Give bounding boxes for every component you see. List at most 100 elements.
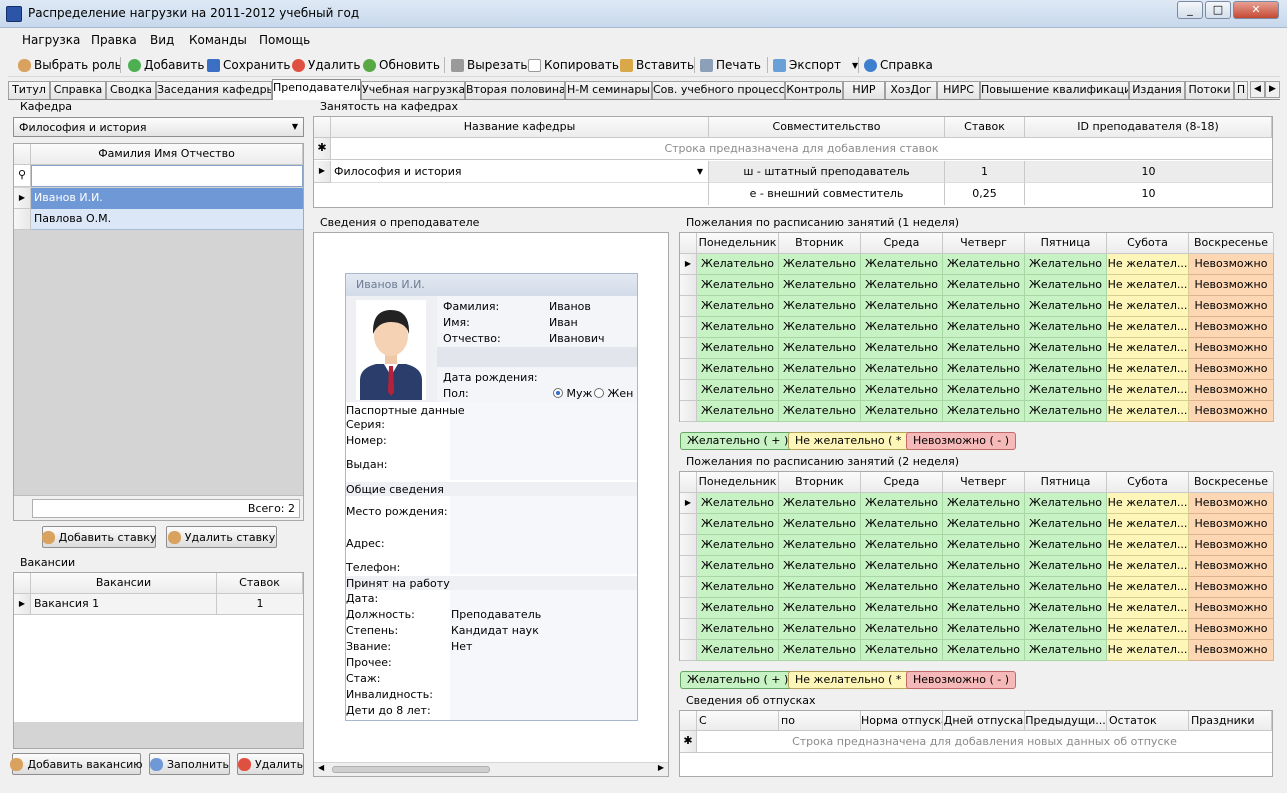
schedule-cell-week2[interactable]: Не желател... bbox=[1107, 619, 1189, 640]
legend-undesirable[interactable]: Не желательно ( * ) bbox=[788, 671, 917, 689]
schedule-cell-week2[interactable]: Желательно bbox=[697, 556, 779, 577]
schedule-cell-week2[interactable]: Желательно bbox=[779, 577, 861, 598]
scroll-right-icon[interactable]: ▶ bbox=[658, 763, 664, 772]
academic-title-value[interactable]: Нет bbox=[451, 640, 472, 653]
schedule-cell-week2[interactable]: Не желател... bbox=[1107, 598, 1189, 619]
schedule-cell-week2[interactable]: Не желател... bbox=[1107, 577, 1189, 598]
tab-teachers[interactable]: Преподаватели bbox=[272, 79, 361, 100]
teachers-column-header[interactable]: Фамилия Имя Отчество bbox=[31, 144, 303, 165]
name-value[interactable]: Иван bbox=[549, 316, 578, 329]
schedule-cell-week1[interactable]: Невозможно bbox=[1189, 359, 1274, 380]
close-button[interactable]: ✕ bbox=[1233, 1, 1279, 19]
day-column-header[interactable]: Среда bbox=[861, 233, 943, 254]
delete-button[interactable]: Удалить bbox=[292, 56, 361, 74]
schedule-cell-week1[interactable]: Желательно bbox=[779, 275, 861, 296]
schedule-cell-week1[interactable]: Не желател... bbox=[1107, 275, 1189, 296]
schedule-cell-week2[interactable]: Желательно bbox=[697, 619, 779, 640]
minimize-button[interactable]: _ bbox=[1177, 1, 1203, 19]
teacher-row[interactable]: Иванов И.И. bbox=[31, 188, 303, 209]
schedule-cell-week1[interactable]: Желательно bbox=[943, 254, 1025, 275]
new-vacation-row[interactable]: Строка предназначена для добавления новы… bbox=[697, 731, 1272, 753]
vacancy-rate-cell[interactable]: 1 bbox=[217, 594, 303, 615]
rates-column-header[interactable]: Ставок bbox=[945, 117, 1025, 138]
schedule-cell-week1[interactable]: Желательно bbox=[861, 401, 943, 422]
schedule-cell-week1[interactable]: Невозможно bbox=[1189, 401, 1274, 422]
schedule-cell-week1[interactable]: Желательно bbox=[861, 296, 943, 317]
schedule-cell-week1[interactable]: Желательно bbox=[697, 401, 779, 422]
schedule-cell-week1[interactable]: Желательно bbox=[943, 296, 1025, 317]
schedule-cell-week1[interactable]: Желательно bbox=[697, 338, 779, 359]
schedule-cell-week2[interactable]: Желательно bbox=[861, 514, 943, 535]
vacancy-rate-column-header[interactable]: Ставок bbox=[217, 573, 303, 594]
menu-edit[interactable]: Правка bbox=[91, 33, 137, 47]
schedule-cell-week2[interactable]: Невозможно bbox=[1189, 493, 1274, 514]
position-value[interactable]: Преподаватель bbox=[451, 608, 541, 621]
schedule-cell-week1[interactable]: Желательно bbox=[1025, 275, 1107, 296]
tab-process[interactable]: Сов. учебного процесса bbox=[652, 81, 785, 99]
schedule-cell-week1[interactable]: Не желател... bbox=[1107, 359, 1189, 380]
menu-help[interactable]: Помощь bbox=[259, 33, 310, 47]
schedule-cell-week1[interactable]: Невозможно bbox=[1189, 338, 1274, 359]
schedule-cell-week1[interactable]: Желательно bbox=[1025, 254, 1107, 275]
schedule-cell-week2[interactable]: Не желател... bbox=[1107, 535, 1189, 556]
schedule-cell-week1[interactable]: Желательно bbox=[1025, 317, 1107, 338]
schedule-cell-week1[interactable]: Желательно bbox=[943, 359, 1025, 380]
schedule-cell-week1[interactable]: Невозможно bbox=[1189, 296, 1274, 317]
tab-workload[interactable]: Учебная нагрузка bbox=[361, 81, 465, 99]
schedule-cell-week2[interactable]: Желательно bbox=[779, 535, 861, 556]
dept-combo-cell[interactable]: Философия и история ▼ bbox=[331, 161, 709, 183]
schedule-cell-week2[interactable]: Невозможно bbox=[1189, 514, 1274, 535]
delete-rate-button[interactable]: Удалить ставку bbox=[166, 526, 277, 548]
tab-scroll-left-icon[interactable]: ◀ bbox=[1250, 81, 1265, 98]
legend-impossible[interactable]: Невозможно ( - ) bbox=[906, 671, 1017, 689]
schedule-cell-week2[interactable]: Желательно bbox=[1025, 598, 1107, 619]
add-vacancy-button[interactable]: Добавить вакансию bbox=[10, 753, 143, 775]
schedule-cell-week2[interactable]: Желательно bbox=[943, 598, 1025, 619]
schedule-cell-week2[interactable]: Желательно bbox=[697, 640, 779, 661]
schedule-cell-week1[interactable]: Желательно bbox=[861, 317, 943, 338]
schedule-cell-week1[interactable]: Желательно bbox=[697, 380, 779, 401]
sex-male-radio[interactable]: Муж bbox=[553, 387, 592, 400]
schedule-cell-week2[interactable]: Желательно bbox=[943, 493, 1025, 514]
fill-vacancy-button[interactable]: Заполнить bbox=[149, 753, 230, 775]
menu-commands[interactable]: Команды bbox=[189, 33, 247, 47]
schedule-cell-week1[interactable]: Желательно bbox=[779, 338, 861, 359]
schedule-cell-week2[interactable]: Желательно bbox=[943, 556, 1025, 577]
teacher-id-cell[interactable]: 10 bbox=[1025, 161, 1272, 183]
schedule-cell-week1[interactable]: Не желател... bbox=[1107, 254, 1189, 275]
schedule-cell-week2[interactable]: Желательно bbox=[861, 556, 943, 577]
schedule-cell-week2[interactable]: Желательно bbox=[861, 598, 943, 619]
day-column-header[interactable]: Воскресенье bbox=[1189, 472, 1274, 493]
schedule-cell-week2[interactable]: Не желател... bbox=[1107, 556, 1189, 577]
schedule-cell-week2[interactable]: Желательно bbox=[943, 577, 1025, 598]
schedule-cell-week2[interactable]: Желательно bbox=[697, 535, 779, 556]
tab-scroll-right-icon[interactable]: ▶ bbox=[1265, 81, 1280, 98]
schedule-cell-week1[interactable]: Желательно bbox=[861, 380, 943, 401]
day-column-header[interactable]: Среда bbox=[861, 472, 943, 493]
combination-cell[interactable]: е - внешний совместитель bbox=[709, 183, 945, 205]
teacher-filter-input[interactable] bbox=[31, 165, 303, 187]
schedule-cell-week2[interactable]: Желательно bbox=[861, 577, 943, 598]
schedule-cell-week1[interactable]: Желательно bbox=[779, 317, 861, 338]
schedule-cell-week1[interactable]: Желательно bbox=[943, 275, 1025, 296]
tab-hozdog[interactable]: ХозДог bbox=[885, 81, 937, 99]
schedule-cell-week1[interactable]: Невозможно bbox=[1189, 380, 1274, 401]
schedule-cell-week1[interactable]: Желательно bbox=[943, 338, 1025, 359]
export-button[interactable]: Экспорт ▼ bbox=[773, 56, 858, 74]
schedule-cell-week2[interactable]: Желательно bbox=[779, 598, 861, 619]
day-column-header[interactable]: Субота bbox=[1107, 233, 1189, 254]
vacation-remainder-column-header[interactable]: Остаток bbox=[1107, 711, 1189, 731]
schedule-cell-week2[interactable]: Желательно bbox=[943, 619, 1025, 640]
tab-qualification[interactable]: Повышение квалификации bbox=[980, 81, 1129, 99]
schedule-cell-week1[interactable]: Желательно bbox=[1025, 401, 1107, 422]
legend-impossible[interactable]: Невозможно ( - ) bbox=[906, 432, 1017, 450]
schedule-cell-week2[interactable]: Невозможно bbox=[1189, 619, 1274, 640]
schedule-cell-week1[interactable]: Невозможно bbox=[1189, 275, 1274, 296]
day-column-header[interactable]: Субота bbox=[1107, 472, 1189, 493]
schedule-cell-week1[interactable]: Не желател... bbox=[1107, 317, 1189, 338]
scroll-left-icon[interactable]: ◀ bbox=[318, 763, 324, 772]
cut-button[interactable]: Вырезать bbox=[451, 56, 528, 74]
schedule-cell-week2[interactable]: Желательно bbox=[861, 493, 943, 514]
schedule-cell-week2[interactable]: Желательно bbox=[697, 514, 779, 535]
schedule-cell-week2[interactable]: Желательно bbox=[779, 640, 861, 661]
